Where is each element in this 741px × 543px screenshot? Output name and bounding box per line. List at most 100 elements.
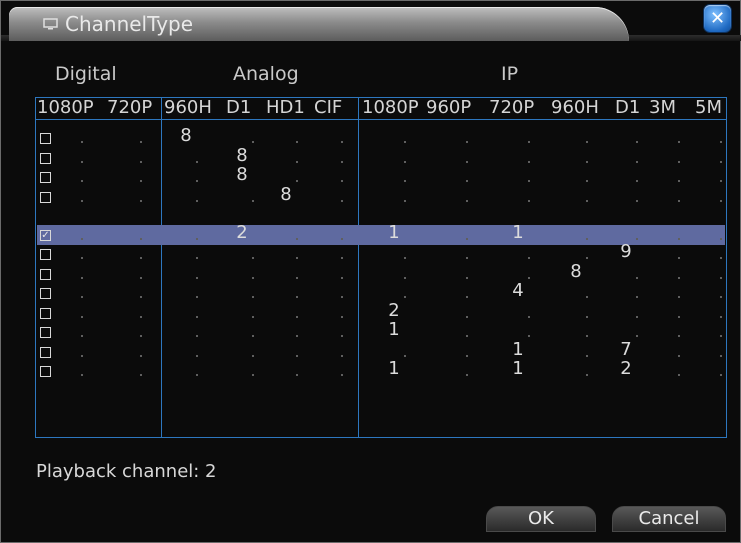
empty-cell-dot[interactable]	[720, 374, 722, 376]
close-button[interactable]: ✕	[704, 5, 731, 32]
empty-cell-dot[interactable]	[678, 374, 680, 376]
empty-cell-dot[interactable]	[81, 257, 83, 259]
empty-cell-dot[interactable]	[466, 141, 468, 143]
empty-cell-dot[interactable]	[678, 335, 680, 337]
empty-cell-dot[interactable]	[678, 316, 680, 318]
empty-cell-dot[interactable]	[678, 161, 680, 163]
empty-cell-dot[interactable]	[296, 238, 298, 240]
empty-cell-dot[interactable]	[720, 257, 722, 259]
empty-cell-dot[interactable]	[678, 238, 680, 240]
empty-cell-dot[interactable]	[140, 277, 142, 279]
empty-cell-dot[interactable]	[252, 374, 254, 376]
empty-cell-dot[interactable]	[528, 161, 530, 163]
row-checkbox[interactable]	[40, 327, 51, 338]
empty-cell-dot[interactable]	[636, 180, 638, 182]
empty-cell-dot[interactable]	[466, 180, 468, 182]
empty-cell-dot[interactable]	[81, 335, 83, 337]
empty-cell-dot[interactable]	[252, 335, 254, 337]
empty-cell-dot[interactable]	[341, 374, 343, 376]
empty-cell-dot[interactable]	[636, 316, 638, 318]
empty-cell-dot[interactable]	[636, 200, 638, 202]
empty-cell-dot[interactable]	[466, 161, 468, 163]
empty-cell-dot[interactable]	[81, 161, 83, 163]
empty-cell-dot[interactable]	[196, 374, 198, 376]
empty-cell-dot[interactable]	[252, 141, 254, 143]
channel-count-cell[interactable]: 1	[512, 340, 523, 360]
empty-cell-dot[interactable]	[341, 335, 343, 337]
channel-count-cell[interactable]: 8	[236, 165, 247, 185]
row-checkbox[interactable]	[40, 308, 51, 319]
empty-cell-dot[interactable]	[341, 180, 343, 182]
channel-count-cell[interactable]: 8	[280, 185, 291, 205]
empty-cell-dot[interactable]	[720, 180, 722, 182]
empty-cell-dot[interactable]	[196, 161, 198, 163]
empty-cell-dot[interactable]	[586, 296, 588, 298]
empty-cell-dot[interactable]	[636, 277, 638, 279]
empty-cell-dot[interactable]	[140, 335, 142, 337]
empty-cell-dot[interactable]	[466, 374, 468, 376]
empty-cell-dot[interactable]	[341, 238, 343, 240]
empty-cell-dot[interactable]	[140, 141, 142, 143]
empty-cell-dot[interactable]	[252, 316, 254, 318]
empty-cell-dot[interactable]	[140, 316, 142, 318]
empty-cell-dot[interactable]	[296, 296, 298, 298]
channel-count-cell[interactable]: 1	[512, 359, 523, 379]
empty-cell-dot[interactable]	[196, 257, 198, 259]
channel-count-cell[interactable]: 7	[620, 340, 631, 360]
empty-cell-dot[interactable]	[466, 200, 468, 202]
empty-cell-dot[interactable]	[252, 277, 254, 279]
empty-cell-dot[interactable]	[528, 316, 530, 318]
empty-cell-dot[interactable]	[404, 161, 406, 163]
empty-cell-dot[interactable]	[140, 180, 142, 182]
empty-cell-dot[interactable]	[196, 277, 198, 279]
empty-cell-dot[interactable]	[720, 238, 722, 240]
empty-cell-dot[interactable]	[528, 277, 530, 279]
channel-count-cell[interactable]: 1	[388, 359, 399, 379]
empty-cell-dot[interactable]	[296, 335, 298, 337]
empty-cell-dot[interactable]	[81, 374, 83, 376]
empty-cell-dot[interactable]	[404, 180, 406, 182]
empty-cell-dot[interactable]	[586, 141, 588, 143]
channel-count-cell[interactable]: 9	[620, 242, 631, 262]
empty-cell-dot[interactable]	[586, 257, 588, 259]
empty-cell-dot[interactable]	[678, 180, 680, 182]
empty-cell-dot[interactable]	[586, 238, 588, 240]
empty-cell-dot[interactable]	[636, 141, 638, 143]
row-checkbox[interactable]	[40, 133, 51, 144]
empty-cell-dot[interactable]	[81, 316, 83, 318]
empty-cell-dot[interactable]	[296, 257, 298, 259]
empty-cell-dot[interactable]	[586, 316, 588, 318]
empty-cell-dot[interactable]	[720, 141, 722, 143]
empty-cell-dot[interactable]	[528, 141, 530, 143]
empty-cell-dot[interactable]	[196, 316, 198, 318]
empty-cell-dot[interactable]	[81, 180, 83, 182]
empty-cell-dot[interactable]	[720, 161, 722, 163]
channel-count-cell[interactable]: 2	[236, 223, 247, 243]
channel-count-cell[interactable]: 1	[388, 223, 399, 243]
empty-cell-dot[interactable]	[196, 238, 198, 240]
empty-cell-dot[interactable]	[252, 296, 254, 298]
empty-cell-dot[interactable]	[196, 200, 198, 202]
empty-cell-dot[interactable]	[341, 296, 343, 298]
empty-cell-dot[interactable]	[252, 200, 254, 202]
empty-cell-dot[interactable]	[296, 316, 298, 318]
empty-cell-dot[interactable]	[252, 355, 254, 357]
empty-cell-dot[interactable]	[466, 355, 468, 357]
empty-cell-dot[interactable]	[720, 335, 722, 337]
channel-count-cell[interactable]: 2	[620, 359, 631, 379]
empty-cell-dot[interactable]	[586, 180, 588, 182]
empty-cell-dot[interactable]	[81, 296, 83, 298]
empty-cell-dot[interactable]	[404, 355, 406, 357]
empty-cell-dot[interactable]	[466, 257, 468, 259]
channel-count-cell[interactable]: 8	[570, 262, 581, 282]
empty-cell-dot[interactable]	[296, 161, 298, 163]
empty-cell-dot[interactable]	[678, 355, 680, 357]
channel-count-cell[interactable]: 1	[388, 320, 399, 340]
empty-cell-dot[interactable]	[140, 161, 142, 163]
empty-cell-dot[interactable]	[341, 141, 343, 143]
cancel-button[interactable]: Cancel	[612, 506, 726, 532]
channel-count-cell[interactable]: 8	[236, 146, 247, 166]
empty-cell-dot[interactable]	[341, 200, 343, 202]
empty-cell-dot[interactable]	[586, 161, 588, 163]
empty-cell-dot[interactable]	[404, 200, 406, 202]
